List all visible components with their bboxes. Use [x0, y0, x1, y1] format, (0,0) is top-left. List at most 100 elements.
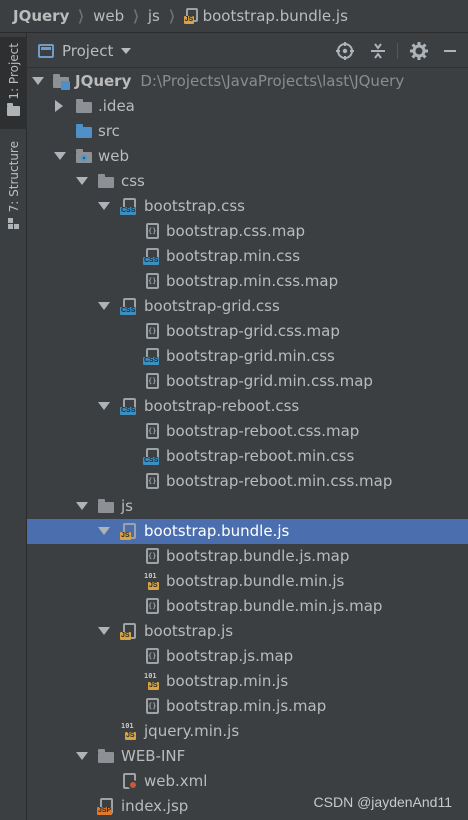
- expanded-arrow-icon[interactable]: [76, 502, 88, 510]
- tree-row[interactable]: JS bootstrap.js: [27, 619, 468, 644]
- tree-item-label: bootstrap-grid.min.css.map: [166, 372, 373, 390]
- css-file-icon: CSS: [143, 347, 161, 365]
- expanded-arrow-icon[interactable]: [98, 402, 110, 410]
- project-tool-tab[interactable]: 1: Project: [0, 37, 27, 129]
- tree-item-label: bootstrap.js: [144, 622, 234, 640]
- tree-row[interactable]: {} bootstrap-grid.css.map: [27, 319, 468, 344]
- tree-row[interactable]: CSS bootstrap-reboot.css: [27, 394, 468, 419]
- tree-item-label: bootstrap-reboot.min.css: [166, 447, 355, 465]
- tree-row[interactable]: {} bootstrap.bundle.min.js.map: [27, 594, 468, 619]
- breadcrumb-project[interactable]: JQuery: [13, 7, 69, 25]
- project-tree: JQuery D:\Projects\JavaProjects\last\JQue…: [27, 68, 468, 820]
- tree-row[interactable]: {} bootstrap.css.map: [27, 219, 468, 244]
- map-file-icon: {}: [143, 422, 161, 440]
- breadcrumb-web[interactable]: web: [93, 7, 124, 25]
- project-tab-label: 1: Project: [6, 43, 21, 100]
- map-file-icon: {}: [143, 472, 161, 490]
- folder-icon: [75, 98, 93, 116]
- minified-js-icon: 101 JS: [144, 572, 159, 590]
- css-file-icon: CSS: [120, 197, 138, 215]
- map-file-icon: {}: [143, 547, 161, 565]
- minified-js-icon: 101 JS: [121, 722, 136, 740]
- chevron-down-icon[interactable]: [121, 47, 132, 54]
- css-file-icon: CSS: [120, 297, 138, 315]
- expanded-arrow-icon[interactable]: [32, 77, 44, 85]
- tree-row-selected[interactable]: JS bootstrap.bundle.js: [27, 519, 468, 544]
- tree-root-row[interactable]: JQuery D:\Projects\JavaProjects\last\JQue…: [27, 69, 468, 94]
- structure-tool-tab[interactable]: 7: Structure: [0, 141, 27, 247]
- tree-item-label: bootstrap-grid.css.map: [166, 322, 340, 340]
- folder-icon: [97, 748, 115, 766]
- expanded-arrow-icon[interactable]: [76, 752, 88, 760]
- tree-item-label: bootstrap-reboot.min.css.map: [166, 472, 393, 490]
- breadcrumb-js[interactable]: js: [148, 7, 160, 25]
- expanded-arrow-icon[interactable]: [98, 627, 110, 635]
- tree-row[interactable]: 101 JS bootstrap.bundle.min.js: [27, 569, 468, 594]
- tree-item-label: css: [121, 172, 145, 190]
- tree-row[interactable]: src: [27, 119, 468, 144]
- map-file-icon: {}: [143, 372, 161, 390]
- minimize-icon[interactable]: [441, 42, 459, 60]
- tree-row[interactable]: web.xml: [27, 769, 468, 794]
- tree-item-label: index.jsp: [121, 797, 189, 815]
- tree-row[interactable]: {} bootstrap.min.js.map: [27, 694, 468, 719]
- tree-item-label: src: [98, 122, 120, 140]
- breadcrumb-file[interactable]: JS bootstrap.bundle.js: [183, 7, 348, 25]
- xml-file-icon: [120, 772, 138, 790]
- tree-item-label: bootstrap.bundle.min.js.map: [166, 597, 383, 615]
- locate-target-icon[interactable]: [336, 42, 354, 60]
- breadcrumb-separator-icon: ❯: [168, 8, 175, 24]
- tree-row[interactable]: {} bootstrap.min.css.map: [27, 269, 468, 294]
- tree-row[interactable]: js: [27, 494, 468, 519]
- tree-row[interactable]: .idea: [27, 94, 468, 119]
- tree-row[interactable]: CSS bootstrap.css: [27, 194, 468, 219]
- watermark-text: CSDN @jaydenAnd11: [313, 794, 452, 810]
- map-file-icon: {}: [143, 222, 161, 240]
- expanded-arrow-icon[interactable]: [54, 152, 66, 160]
- tree-row[interactable]: 101 JS bootstrap.min.js: [27, 669, 468, 694]
- tree-row[interactable]: 101 JS jquery.min.js: [27, 719, 468, 744]
- map-file-icon: {}: [143, 322, 161, 340]
- breadcrumb-separator-icon: ❯: [78, 8, 85, 24]
- tree-row[interactable]: {} bootstrap.bundle.js.map: [27, 544, 468, 569]
- folder-icon: [7, 102, 20, 116]
- tree-item-label: web.xml: [144, 772, 208, 790]
- tree-row[interactable]: {} bootstrap-grid.min.css.map: [27, 369, 468, 394]
- breadcrumb-file-label: bootstrap.bundle.js: [202, 7, 348, 25]
- map-file-icon: {}: [143, 697, 161, 715]
- tree-row[interactable]: CSS bootstrap-grid.min.css: [27, 344, 468, 369]
- expanded-arrow-icon[interactable]: [98, 202, 110, 210]
- tree-item-label: bootstrap.min.css: [166, 247, 301, 265]
- tree-row[interactable]: CSS bootstrap-grid.css: [27, 294, 468, 319]
- breadcrumb-separator-icon: ❯: [132, 8, 140, 24]
- source-folder-icon: [75, 123, 93, 141]
- folder-icon: [97, 498, 115, 516]
- collapse-all-icon[interactable]: [369, 42, 387, 60]
- folder-icon: [97, 173, 115, 191]
- js-file-icon: JS: [120, 622, 138, 640]
- view-selector[interactable]: Project: [62, 42, 113, 60]
- tree-row[interactable]: web: [27, 144, 468, 169]
- tree-row[interactable]: WEB-INF: [27, 744, 468, 769]
- tree-row[interactable]: css: [27, 169, 468, 194]
- css-file-icon: CSS: [143, 247, 161, 265]
- collapsed-arrow-icon[interactable]: [55, 100, 63, 112]
- expanded-arrow-icon[interactable]: [98, 527, 110, 535]
- expanded-arrow-icon[interactable]: [76, 177, 88, 185]
- tree-item-label: bootstrap.min.js: [166, 672, 289, 690]
- tree-row[interactable]: {} bootstrap-reboot.min.css.map: [27, 469, 468, 494]
- tree-item-label: js: [121, 497, 133, 515]
- tree-item-label: bootstrap.bundle.js: [144, 522, 290, 540]
- expanded-arrow-icon[interactable]: [98, 302, 110, 310]
- tree-row[interactable]: {} bootstrap-reboot.css.map: [27, 419, 468, 444]
- tree-item-label: bootstrap.min.js.map: [166, 697, 327, 715]
- structure-icon: [7, 218, 20, 230]
- tree-row[interactable]: CSS bootstrap.min.css: [27, 244, 468, 269]
- gear-icon[interactable]: [410, 42, 428, 60]
- tree-row[interactable]: CSS bootstrap-reboot.min.css: [27, 444, 468, 469]
- tree-row[interactable]: {} bootstrap.js.map: [27, 644, 468, 669]
- map-file-icon: {}: [143, 597, 161, 615]
- tree-item-label: bootstrap.bundle.min.js: [166, 572, 345, 590]
- structure-tab-label: 7: Structure: [6, 141, 21, 213]
- js-file-icon: JS: [183, 8, 200, 24]
